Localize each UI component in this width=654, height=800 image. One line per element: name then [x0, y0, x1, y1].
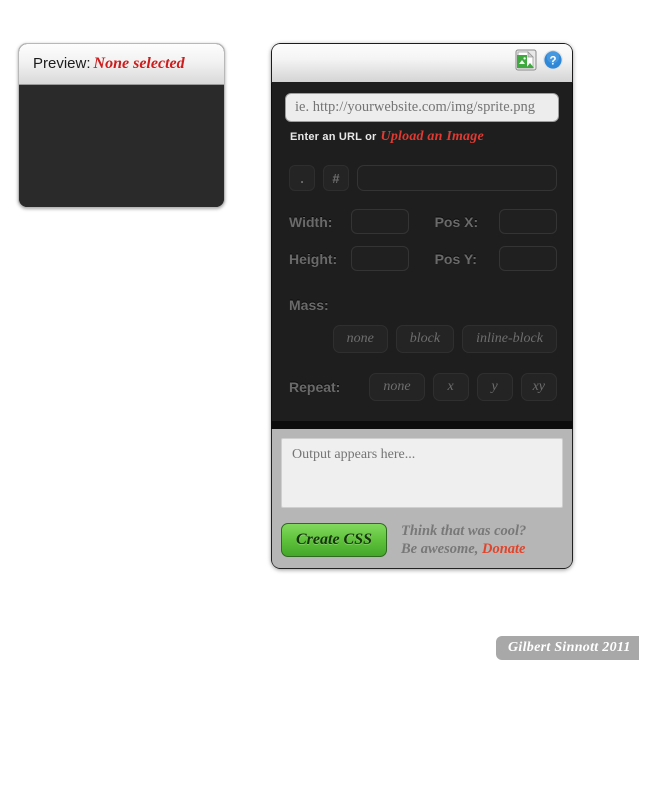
width-input[interactable]	[350, 209, 409, 234]
posx-input[interactable]	[499, 209, 557, 234]
panel-header-icons: ?	[515, 49, 564, 71]
tagline-line-2-text: Be awesome,	[401, 541, 479, 558]
upload-image-link[interactable]: Upload an Image	[381, 129, 484, 144]
output-textarea[interactable]	[281, 438, 563, 508]
mass-label: Mass:	[289, 297, 329, 313]
mass-option-block[interactable]: block	[395, 325, 455, 353]
donate-link[interactable]: Donate	[482, 541, 526, 557]
body-footer-divider	[272, 421, 572, 429]
selector-name-input[interactable]	[357, 165, 557, 191]
panel-footer: Create CSS Think that was cool? Be aweso…	[271, 429, 573, 570]
height-label: Height:	[289, 250, 338, 267]
mass-option-inline-block[interactable]: inline-block	[462, 325, 557, 353]
image-icon[interactable]	[515, 49, 537, 71]
help-icon[interactable]: ?	[542, 49, 564, 71]
footer-actions: Create CSS Think that was cool? Be aweso…	[281, 522, 563, 558]
width-posx-row: Width: Pos X:	[289, 209, 557, 234]
dimension-grid: Width: Pos X: Height: Pos Y:	[272, 191, 572, 271]
id-selector-button[interactable]: #	[323, 165, 349, 191]
svg-text:?: ?	[549, 56, 556, 68]
copyright-tab: Gilbert Sinnott 2011	[496, 636, 639, 660]
repeat-option-none[interactable]: none	[369, 373, 425, 401]
repeat-option-xy[interactable]: xy	[520, 373, 557, 401]
url-input[interactable]	[285, 93, 559, 122]
posy-label: Pos Y:	[434, 250, 477, 267]
mass-block: Mass: none block inline-block	[272, 283, 572, 353]
preview-header: Preview: None selected	[19, 44, 224, 85]
page-root: Preview: None selected ? ie. http://your…	[0, 0, 654, 800]
create-css-button[interactable]: Create CSS	[281, 523, 388, 558]
panel-body: Enter an URL or Upload an Image . # Width…	[271, 83, 573, 429]
url-hint-row: Enter an URL or Upload an Image	[290, 129, 559, 145]
selector-row: . #	[272, 145, 572, 191]
height-posy-row: Height: Pos Y:	[289, 246, 557, 271]
tagline-line-1: Think that was cool?	[401, 523, 527, 539]
posx-label: Pos X:	[434, 213, 479, 230]
url-hint-label: Enter an URL or	[290, 131, 377, 143]
footer-tagline: Think that was cool? Be awesome, Donate	[401, 522, 526, 558]
preview-panel: Preview: None selected	[18, 43, 225, 208]
repeat-block: Repeat: none x y xy	[272, 353, 572, 421]
preview-label: Preview:	[33, 55, 91, 72]
preview-status: None selected	[93, 55, 185, 72]
width-label: Width:	[289, 213, 333, 230]
mass-options: none block inline-block	[289, 325, 557, 353]
repeat-label: Repeat:	[289, 379, 341, 395]
height-input[interactable]	[350, 246, 409, 271]
posy-input[interactable]	[499, 246, 557, 271]
repeat-option-x[interactable]: x	[432, 373, 469, 401]
url-row: Enter an URL or Upload an Image	[272, 93, 572, 145]
repeat-option-y[interactable]: y	[476, 373, 513, 401]
tagline-line-2: Be awesome, Donate	[401, 540, 526, 558]
panel-header: ?	[271, 43, 573, 83]
repeat-options: none x y xy	[369, 373, 557, 401]
class-selector-button[interactable]: .	[289, 165, 315, 191]
mass-option-none[interactable]: none	[332, 325, 388, 353]
preview-canvas[interactable]	[19, 85, 224, 207]
sprite-tool-panel: ? Enter an URL or Upload an Image . # Wid…	[271, 43, 573, 570]
